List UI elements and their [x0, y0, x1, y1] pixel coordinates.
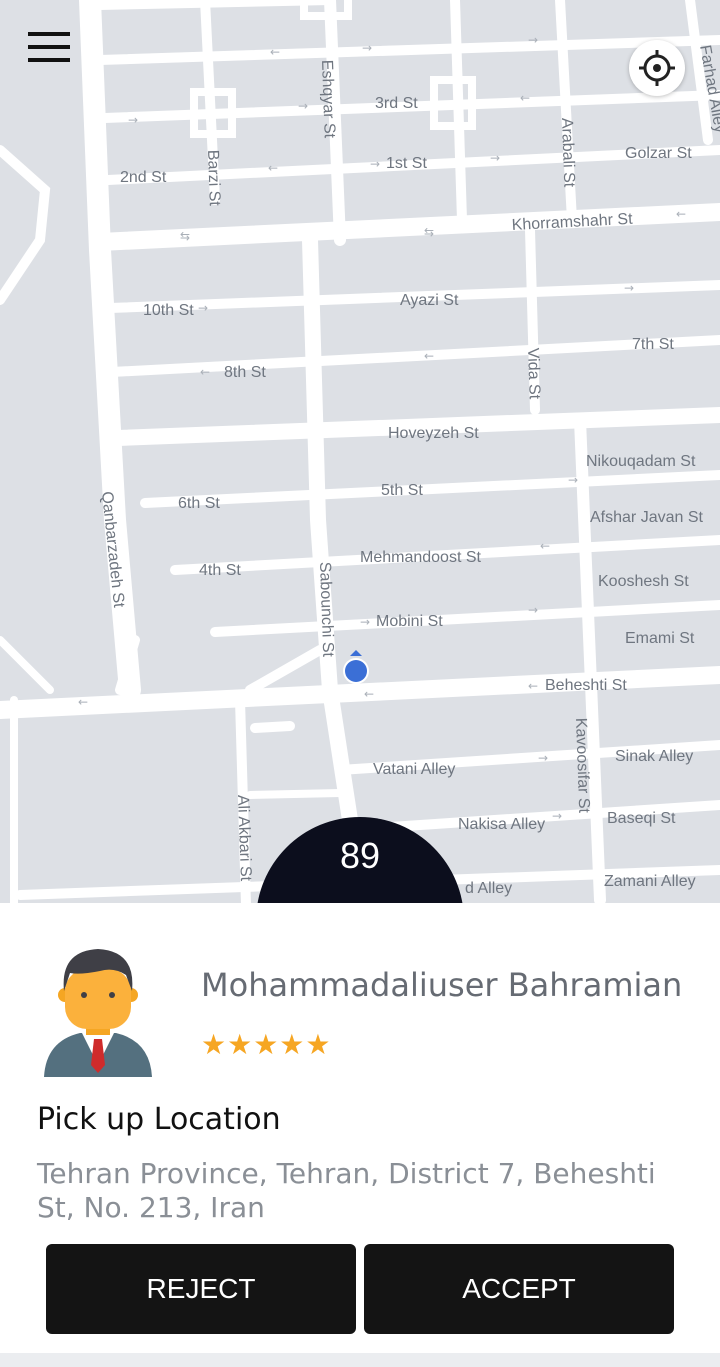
svg-text:→: →: [528, 603, 538, 617]
svg-text:→: →: [370, 157, 380, 171]
svg-text:→: →: [198, 301, 208, 315]
svg-text:→: →: [552, 809, 562, 823]
user-avatar-icon: [44, 945, 152, 1081]
street-label: 10th St: [143, 302, 194, 319]
street-label: Golzar St: [625, 145, 692, 162]
svg-text:→: →: [528, 33, 538, 47]
svg-text:←: ←: [676, 207, 686, 221]
street-label: Nikouqadam St: [586, 453, 696, 470]
street-label: 4th St: [199, 562, 241, 579]
svg-text:←: ←: [364, 687, 374, 701]
reject-button[interactable]: REJECT: [46, 1244, 356, 1334]
street-label: 1st St: [386, 155, 427, 172]
street-map[interactable]: Eshqyar St 3rd St Barzi St 2nd St 1st St…: [0, 0, 720, 905]
street-label: Afshar Javan St: [590, 509, 704, 526]
street-label: Nakisa Alley: [458, 816, 545, 833]
svg-text:←: ←: [520, 91, 530, 105]
street-label: Vida St: [524, 348, 543, 400]
street-label: Baseqi St: [607, 810, 676, 827]
street-label: Kooshesh St: [598, 573, 689, 590]
current-location-marker: [343, 650, 369, 684]
map-view[interactable]: Eshqyar St 3rd St Barzi St 2nd St 1st St…: [0, 0, 720, 905]
street-label: 5th St: [381, 482, 423, 499]
svg-text:→: →: [490, 151, 500, 165]
svg-text:→: →: [128, 113, 138, 127]
street-label: Hoveyzeh St: [388, 425, 479, 442]
svg-text:→: →: [568, 473, 578, 487]
svg-text:←: ←: [268, 161, 278, 175]
countdown-value: 89: [339, 835, 381, 876]
svg-text:←: ←: [540, 539, 550, 553]
street-label: Mehmandoost St: [360, 549, 482, 566]
street-label: Beheshti St: [545, 677, 627, 694]
street-label: Ali Akbari St: [234, 795, 254, 882]
svg-text:→: →: [538, 751, 548, 765]
svg-text:←: ←: [528, 679, 538, 693]
street-label: 3rd St: [375, 95, 418, 112]
pickup-title: Pick up Location: [37, 1102, 281, 1137]
accept-button[interactable]: ACCEPT: [364, 1244, 674, 1334]
hamburger-menu-icon[interactable]: [24, 28, 72, 68]
svg-text:→: →: [362, 41, 372, 55]
svg-text:⇆: ⇆: [424, 225, 434, 239]
pickup-address: Tehran Province, Tehran, District 7, Beh…: [37, 1157, 656, 1224]
crosshair-icon[interactable]: [629, 40, 685, 96]
svg-text:→: →: [360, 615, 370, 629]
street-label: Ayazi St: [400, 292, 459, 309]
svg-text:⇆: ⇆: [180, 229, 190, 243]
svg-text:→: →: [624, 281, 634, 295]
svg-text:←: ←: [78, 695, 88, 709]
rating-stars: ★★★★★: [201, 1028, 332, 1061]
svg-text:←: ←: [200, 365, 210, 379]
rider-name: Mohammadaliuser Bahramian: [201, 966, 683, 1004]
street-label: Vatani Alley: [373, 761, 455, 778]
svg-text:←: ←: [424, 349, 434, 363]
street-label: Emami St: [625, 630, 695, 647]
street-label: 6th St: [178, 495, 220, 512]
street-label: Arabali St: [558, 118, 577, 188]
svg-text:→: →: [298, 99, 308, 113]
street-label: Zamani Alley: [604, 873, 696, 890]
street-label: Sabounchi St: [316, 562, 336, 658]
street-label: 7th St: [632, 336, 674, 353]
bottom-divider: [0, 1353, 720, 1367]
street-label: Barzi St: [204, 150, 223, 207]
street-label: Eshqyar St: [318, 60, 338, 139]
street-label: 8th St: [224, 364, 266, 381]
street-label: Mobini St: [376, 613, 443, 630]
street-label: d Alley: [465, 880, 512, 897]
street-label: Sinak Alley: [615, 748, 693, 765]
street-label: 2nd St: [120, 169, 167, 186]
street-label: Kavoosifar St: [572, 718, 592, 814]
svg-text:←: ←: [270, 45, 280, 59]
